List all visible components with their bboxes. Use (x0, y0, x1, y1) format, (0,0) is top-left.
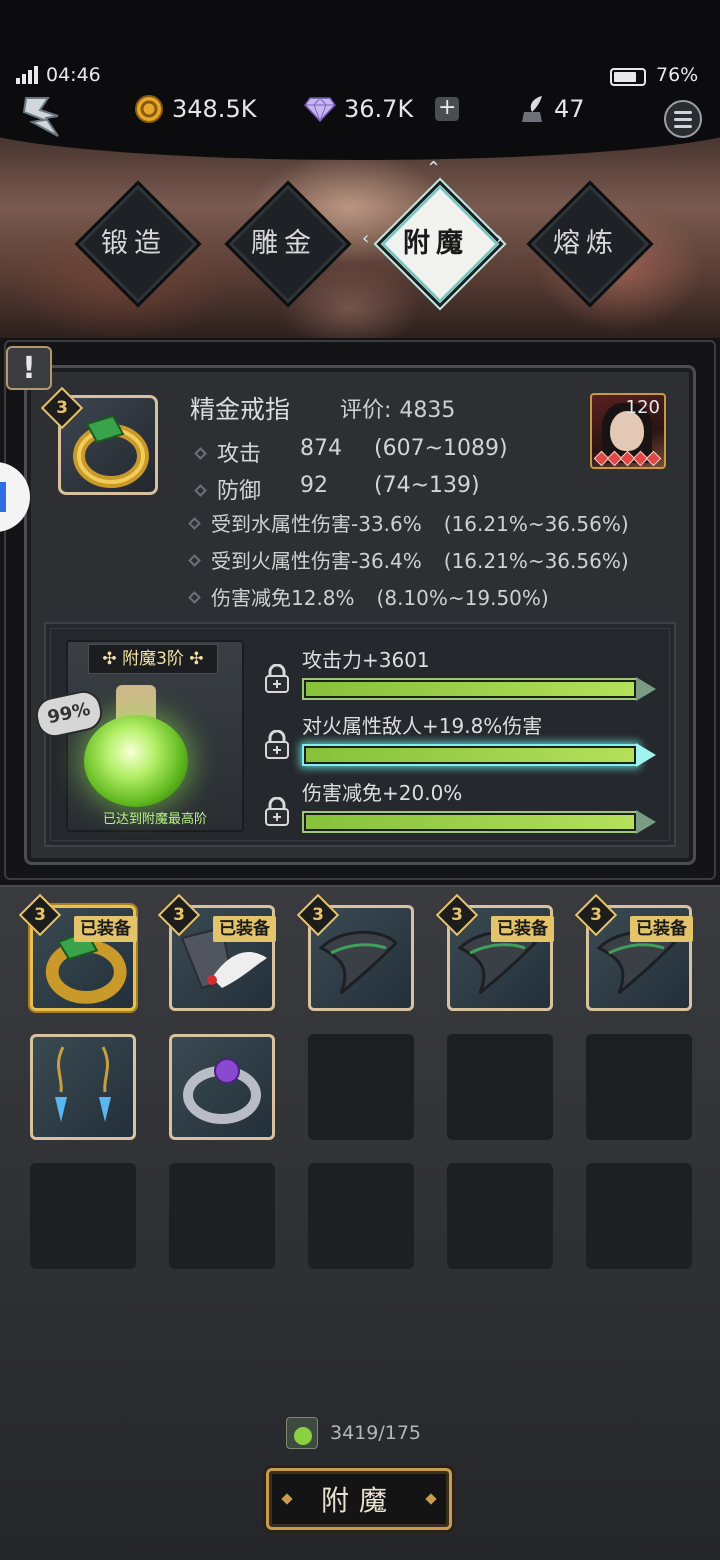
chevron-right-icon: › (496, 228, 504, 249)
add-gems-button[interactable]: + (435, 97, 460, 121)
equipped-badge: 已装备 (491, 916, 554, 942)
lock-icon[interactable] (262, 797, 292, 827)
lock-icon[interactable] (262, 730, 292, 760)
inventory-slot-empty[interactable] (447, 1034, 553, 1140)
diamond-icon (304, 97, 336, 122)
header-banner: 04:46 76% 348.5K 36.7K + 47 锻造 雕金 附魔 ⌃ ‹… (0, 0, 720, 338)
battery-percent: 76% (656, 64, 699, 86)
arrow-right-icon (636, 743, 656, 767)
tab-forge[interactable]: 锻造 (74, 180, 198, 304)
menu-button[interactable] (664, 100, 702, 138)
ink-value: 47 (554, 95, 585, 123)
enchant-potion-icon (84, 715, 188, 807)
substat-fire: 受到火属性伤害-36.4% (16.21%~36.56%) (188, 545, 629, 574)
hero-portrait[interactable]: 120 (590, 393, 666, 469)
lock-icon[interactable] (262, 664, 292, 694)
enchant-progress (302, 744, 638, 766)
enchant-max-text: 已达到附魔最高阶 (102, 812, 207, 827)
item-name: 精金戒指 (190, 395, 291, 424)
gold-value: 348.5K (172, 95, 257, 123)
hero-level: 120 (625, 397, 660, 418)
enchant-line: 对火属性敌人+19.8%伤害 (262, 710, 662, 770)
inventory-slot-empty[interactable] (30, 1163, 136, 1269)
enchant-line-text: 对火属性敌人+19.8%伤害 (302, 714, 543, 738)
inventory-slot-empty[interactable] (447, 1163, 553, 1269)
enchant-cost: 3419/175 (286, 1416, 421, 1450)
tab-label: 雕金 (251, 227, 317, 259)
substat-reduction: 伤害减免12.8% (8.10%~19.50%) (188, 582, 549, 611)
inventory-slot-empty[interactable] (586, 1034, 692, 1140)
equipped-badge: 已装备 (74, 916, 137, 942)
enchant-line: 攻击力+3601 (262, 644, 662, 704)
chevron-left-icon: ‹ (362, 228, 370, 249)
earrings-icon (55, 1046, 111, 1122)
tab-label: 熔炼 (553, 227, 619, 259)
tab-enchant[interactable]: 附魔 (376, 180, 500, 304)
tab-engrave[interactable]: 雕金 (224, 180, 348, 304)
inventory-slot[interactable]: 已装备 3 (157, 893, 276, 1011)
inventory-slot-empty[interactable] (169, 1163, 275, 1269)
enchant-line-text: 攻击力+3601 (302, 648, 430, 672)
gem-counter: 36.7K + (304, 92, 460, 126)
signal-icon (16, 66, 38, 84)
ink-counter: 47 (518, 92, 585, 126)
chevron-up-icon: ⌃ (426, 158, 442, 179)
inventory-slot[interactable] (169, 1034, 275, 1140)
cost-value: 3419/175 (330, 1422, 422, 1444)
inventory-slot-empty[interactable] (308, 1034, 414, 1140)
clock: 04:46 (46, 64, 101, 86)
hero-stars (593, 450, 662, 467)
equipped-badge: 已装备 (630, 916, 693, 942)
stat-attack: 攻击 874 (607~1089) (190, 436, 508, 468)
gold-counter: 348.5K (134, 92, 256, 126)
status-bar: 04:46 76% (0, 62, 720, 92)
item-score: 评价: 4835 (340, 398, 456, 423)
back-icon[interactable] (18, 92, 68, 142)
tab-smelt[interactable]: 熔炼 (526, 180, 650, 304)
enchant-progress (302, 811, 638, 833)
inventory-slot[interactable]: 已装备 3 (18, 893, 137, 1011)
forge-tabs: 锻造 雕金 附魔 ⌃ ‹ › 熔炼 (0, 158, 720, 310)
inventory-slot-empty[interactable] (308, 1163, 414, 1269)
equipped-badge: 已装备 (213, 916, 276, 942)
enchant-line: 伤害减免+20.0% (262, 777, 662, 837)
inventory-slot[interactable]: 3 (296, 893, 414, 1011)
inventory-slot[interactable]: 已装备 3 (435, 893, 554, 1011)
inventory-slot-empty[interactable] (586, 1163, 692, 1269)
enchant-button-label: 附魔 (320, 1484, 397, 1517)
enchant-level: ✣ 附魔3阶 ✣ (88, 644, 218, 674)
enchant-progress (302, 678, 638, 700)
enchant-line-text: 伤害减免+20.0% (302, 781, 463, 805)
stat-defense: 防御 92 (74~139) (190, 473, 480, 505)
inventory-slot[interactable] (30, 1034, 136, 1140)
battery-icon (610, 68, 646, 86)
enchant-button[interactable]: 附魔 (266, 1468, 452, 1530)
inventory-panel: 已装备 3 已装备 3 3 已装备 3 已装备 3 (0, 885, 720, 1560)
gold-coin-icon (135, 95, 163, 123)
potion-material-icon (286, 1417, 318, 1449)
gem-value: 36.7K (344, 95, 414, 123)
substat-water: 受到水属性伤害-33.6% (16.21%~36.56%) (188, 508, 629, 537)
tab-label: 锻造 (101, 227, 167, 259)
arrow-right-icon (636, 677, 656, 701)
tab-label: 附魔 (403, 227, 469, 259)
ink-quill-icon (522, 96, 542, 122)
arrow-right-icon (636, 810, 656, 834)
inventory-slot[interactable]: 已装备 3 (574, 893, 693, 1011)
info-icon[interactable]: ! (6, 346, 52, 390)
bracelet-icon (183, 1058, 261, 1124)
